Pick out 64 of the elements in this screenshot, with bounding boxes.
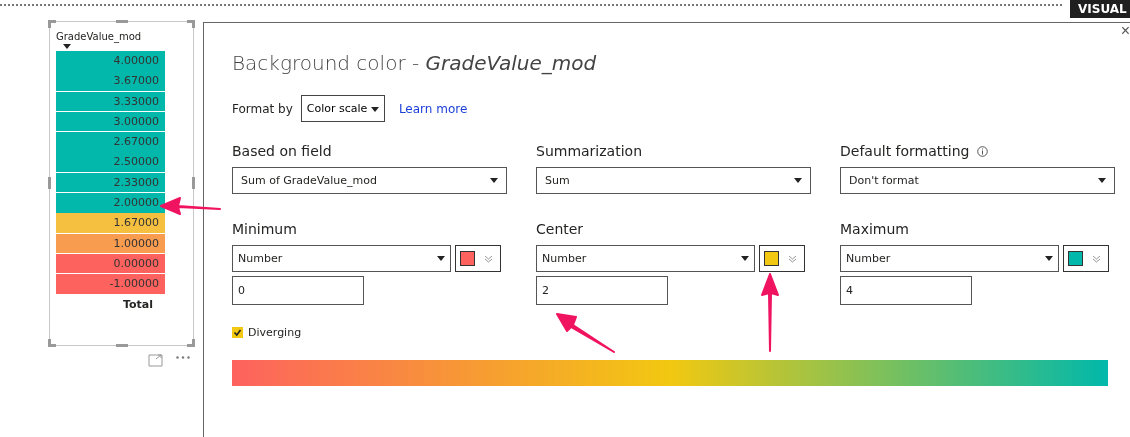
- input-field[interactable]: 2: [536, 276, 668, 305]
- learn-more-link[interactable]: Learn more: [398, 101, 468, 116]
- resize-handle-icon[interactable]: [192, 177, 195, 189]
- dropdown[interactable]: Don't format: [840, 167, 1115, 194]
- pointer-arrow: [160, 194, 222, 218]
- chevron-icon: [789, 254, 796, 263]
- dropdown-arrow-icon: [794, 178, 802, 183]
- input-field[interactable]: 4: [840, 276, 972, 305]
- dropdown[interactable]: Number: [536, 245, 755, 272]
- chevron-icon: [1093, 254, 1100, 263]
- table-cell: 2.67000: [56, 132, 165, 152]
- dropdown-arrow-icon: [370, 107, 379, 112]
- dropdown-arrow-icon: [741, 256, 749, 261]
- table-cell: -1.00000: [56, 274, 165, 294]
- total-label: Total: [121, 297, 153, 311]
- pointer-arrow: [556, 312, 616, 354]
- dropdown[interactable]: Number: [232, 245, 451, 272]
- field-label: Summarization: [536, 143, 642, 159]
- chevron-icon: [485, 254, 492, 263]
- checkbox-label: Diverging: [248, 326, 302, 339]
- field-label: Maximum: [840, 221, 909, 237]
- color-picker[interactable]: [1063, 245, 1109, 272]
- resize-handle-icon[interactable]: [48, 339, 56, 347]
- dialog-title: Background color - GradeValue_mod: [232, 51, 598, 77]
- dropdown[interactable]: Sum of GradeValue_mod: [232, 167, 507, 194]
- checkbox[interactable]: [232, 327, 243, 338]
- dropdown-arrow-icon: [1098, 178, 1106, 183]
- input-field[interactable]: 0: [232, 276, 364, 305]
- sort-arrow-icon[interactable]: [63, 44, 71, 49]
- column-header[interactable]: GradeValue_mod: [56, 31, 193, 43]
- close-button[interactable]: ×: [1120, 22, 1130, 40]
- focus-mode-icon[interactable]: [148, 354, 163, 367]
- dropdown[interactable]: Number: [840, 245, 1059, 272]
- dropdown-arrow-icon: [490, 178, 498, 183]
- color-picker[interactable]: [759, 245, 805, 272]
- field-label: Center: [536, 221, 584, 237]
- table-cell: 2.00000: [56, 193, 165, 213]
- dropdown[interactable]: Sum: [536, 167, 811, 194]
- format-by-dropdown[interactable]: Color scale: [300, 95, 385, 122]
- table-cell: 2.33000: [56, 172, 165, 193]
- visual-tab[interactable]: VISUAL: [1070, 0, 1130, 18]
- info-icon[interactable]: [977, 145, 989, 157]
- more-options-icon[interactable]: [176, 356, 190, 359]
- table-cell: 2.50000: [56, 152, 165, 172]
- resize-handle-icon[interactable]: [116, 20, 128, 23]
- table-cell: 3.00000: [56, 111, 165, 132]
- dropdown-arrow-icon: [437, 256, 445, 261]
- table-cell: 4.00000: [56, 51, 165, 71]
- table-cell: 1.67000: [56, 213, 165, 233]
- resize-handle-icon[interactable]: [116, 344, 128, 347]
- table-cell: 1.00000: [56, 233, 165, 254]
- resize-handle-icon[interactable]: [48, 177, 51, 189]
- table-cell: 0.00000: [56, 253, 165, 274]
- field-label: Default formatting: [840, 143, 970, 159]
- format-by-label: Format by: [232, 101, 293, 116]
- resize-handle-icon[interactable]: [48, 20, 56, 28]
- field-label: Minimum: [232, 221, 297, 237]
- color-picker[interactable]: [455, 245, 501, 272]
- resize-handle-icon[interactable]: [187, 20, 195, 28]
- dropdown-arrow-icon: [1045, 256, 1053, 261]
- resize-handle-icon[interactable]: [187, 339, 195, 347]
- table-cell: 3.33000: [56, 91, 165, 112]
- field-label: Based on field: [232, 143, 332, 159]
- table-cell: 3.67000: [56, 71, 165, 91]
